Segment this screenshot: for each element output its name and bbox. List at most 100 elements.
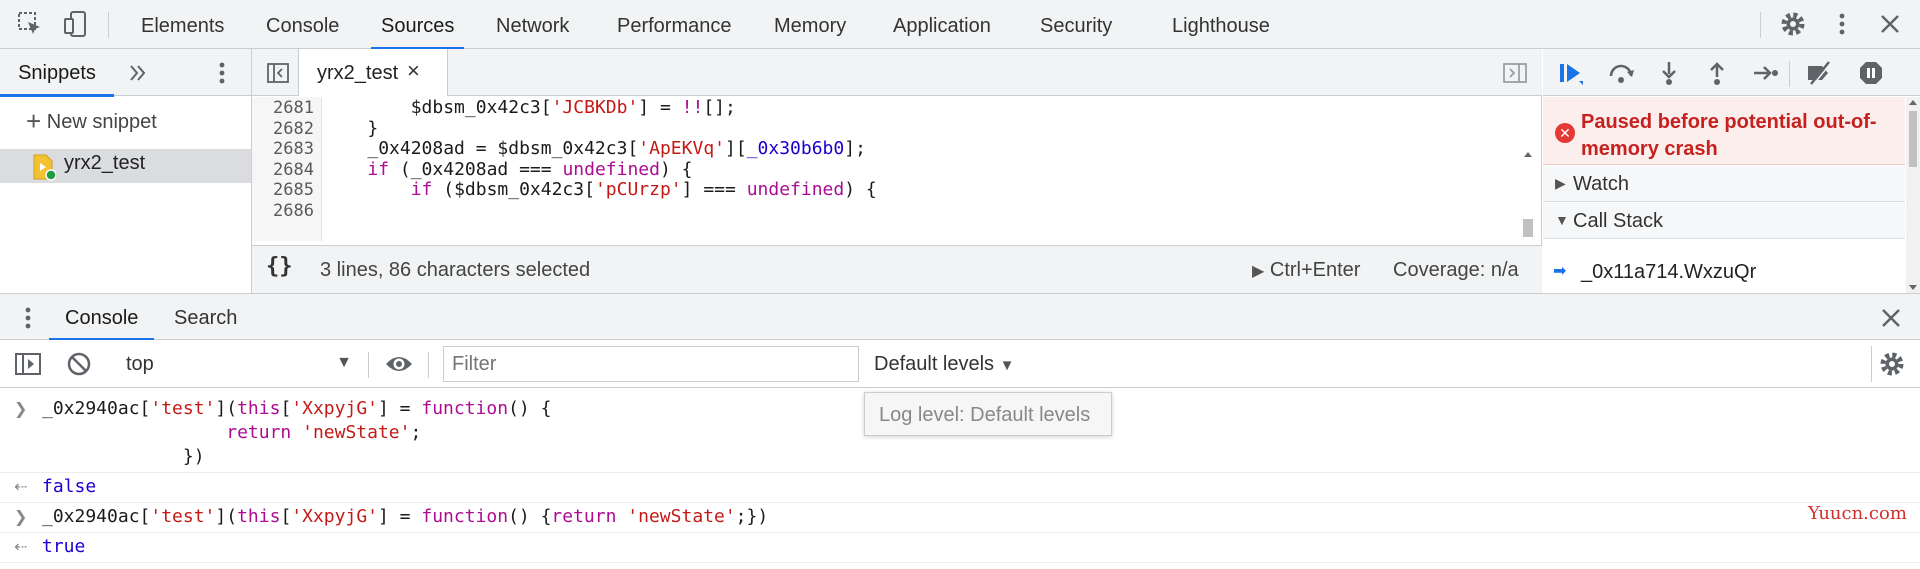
clear-console-icon[interactable] [66, 351, 92, 377]
close-devtools-icon[interactable] [1876, 10, 1904, 38]
resume-icon[interactable] [1557, 59, 1585, 87]
message-divider [0, 562, 1920, 563]
source-editor: yrx2_test × 2681 $dbsm_0x42c3['JCBKDb'] … [252, 49, 1542, 293]
snippet-item-label: yrx2_test [64, 152, 146, 174]
console-message-text: _0x2940ac['test'](this['XxpyjG'] = funct… [42, 505, 768, 529]
live-expression-eye-icon[interactable] [384, 352, 414, 376]
code-token: ] = [378, 398, 422, 419]
toggle-debugger-icon[interactable] [1502, 61, 1528, 85]
tab-elements[interactable]: Elements [141, 0, 224, 49]
tab-console[interactable]: Console [266, 0, 339, 49]
call-stack-pane-header[interactable]: ▼ Call Stack [1543, 203, 1905, 239]
console-code-line: _0x2940ac['test'](this['XxpyjG'] = funct… [42, 397, 551, 421]
device-toolbar-icon[interactable] [62, 10, 90, 38]
console-code-line: _0x2940ac['test'](this['XxpyjG'] = funct… [42, 505, 768, 529]
watermark-text: Yuucn.com [1808, 503, 1907, 524]
pretty-print-button[interactable]: {} [266, 254, 293, 279]
tab-security[interactable]: Security [1040, 0, 1112, 49]
drawer-tab-search[interactable]: Search [174, 294, 237, 340]
more-options-icon[interactable] [1828, 10, 1856, 38]
editor-status-bar: {} 3 lines, 86 characters selected ▶ Ctr… [252, 245, 1542, 293]
code-token: ) { [844, 179, 877, 200]
expand-triangle-icon: ▶ [1555, 175, 1566, 191]
new-snippet-button[interactable]: + New snippet [26, 107, 157, 135]
tab-lighthouse[interactable]: Lighthouse [1172, 0, 1270, 49]
execution-context-value: top [126, 353, 154, 375]
result-arrow-icon: ⇠ [14, 539, 28, 556]
watch-label: Watch [1573, 173, 1629, 195]
step-icon[interactable] [1751, 59, 1779, 87]
log-levels-dropdown[interactable]: Default levels ▼ [874, 353, 1014, 376]
code-token: []; [703, 97, 736, 118]
tab-performance[interactable]: Performance [617, 0, 732, 49]
code-token: 'test' [150, 398, 216, 419]
code-token: 'XxpyjG' [291, 398, 378, 419]
debugger-toolbar [1543, 49, 1920, 96]
code-token: 'newState' [302, 422, 411, 443]
console-settings-gear-icon[interactable] [1878, 350, 1906, 378]
filter-input-box [443, 346, 859, 382]
inspect-element-icon[interactable] [16, 10, 44, 38]
tab-network[interactable]: Network [496, 0, 569, 49]
tab-sources[interactable]: Sources [370, 0, 465, 50]
code-text: $dbsm_0x42c3['JCBKDb'] = !![]; [324, 97, 736, 120]
code-token: [ [280, 506, 292, 527]
code-token: function [421, 506, 509, 527]
show-sidebar-icon[interactable] [14, 352, 42, 376]
code-token: ;}) [735, 506, 769, 527]
toggle-navigator-icon[interactable] [266, 61, 290, 85]
run-shortcut-label: Ctrl+Enter [1269, 259, 1361, 281]
current-frame-arrow-icon: ➡ [1553, 263, 1567, 280]
drawer-tab-console[interactable]: Console [48, 294, 155, 341]
code-token: () { [508, 398, 552, 419]
code-token: ][ [725, 138, 747, 159]
paused-banner: ✕ Paused before potential out-of-memory … [1543, 97, 1905, 165]
message-divider [0, 532, 1920, 533]
more-tabs-chevron-icon[interactable] [126, 61, 150, 85]
pause-on-exceptions-icon[interactable] [1857, 59, 1885, 87]
log-level-tooltip: Log level: Default levels [864, 392, 1112, 436]
code-token: undefined [746, 179, 845, 200]
dropdown-caret-icon: ▼ [999, 357, 1015, 374]
snippet-item[interactable]: yrx2_test [0, 149, 251, 183]
code-token: ]( [215, 398, 238, 419]
console-toolbar: top ▼ Default levels ▼ [0, 340, 1920, 388]
code-line[interactable]: 2686 [252, 198, 318, 223]
close-drawer-icon[interactable] [1878, 306, 1904, 330]
settings-gear-icon[interactable] [1779, 10, 1807, 38]
tab-application[interactable]: Application [893, 0, 991, 49]
tab-memory[interactable]: Memory [774, 0, 846, 49]
code-token: 'newState' [627, 506, 736, 527]
call-frame-item[interactable]: ➡ _0x11a714.WxzuQr [1543, 255, 1905, 293]
new-snippet-label: New snippet [46, 111, 157, 133]
code-token: _0x2940ac[ [42, 506, 151, 527]
watch-pane-header[interactable]: ▶ Watch [1543, 166, 1905, 202]
editor-vertical-scrollbar[interactable] [1522, 149, 1534, 241]
debugger-scrollbar[interactable] [1906, 97, 1920, 293]
code-token: 'JCBKDb' [551, 97, 639, 118]
deactivate-breakpoints-icon[interactable] [1805, 59, 1833, 87]
dropdown-caret-icon: ▼ [336, 354, 352, 371]
code-token: 'XxpyjG' [291, 506, 378, 527]
navigator-menu-icon[interactable] [210, 60, 234, 86]
message-divider [0, 472, 1920, 473]
close-tab-icon[interactable]: × [407, 58, 420, 84]
step-into-icon[interactable] [1655, 59, 1683, 87]
step-out-icon[interactable] [1703, 59, 1731, 87]
step-over-icon[interactable] [1607, 59, 1635, 87]
coverage-status: Coverage: n/a [1393, 259, 1519, 281]
execution-context-select[interactable]: top ▼ [112, 348, 352, 380]
drawer-menu-icon[interactable] [16, 305, 40, 331]
tab-snippets[interactable]: Snippets [0, 49, 114, 97]
code-token: !! [681, 97, 704, 118]
code-area[interactable]: 2681 $dbsm_0x42c3['JCBKDb'] = !![]; 2682 … [252, 97, 1542, 241]
selection-status: 3 lines, 86 characters selected [320, 259, 591, 281]
code-token: 'test' [150, 506, 216, 527]
console-message-text: false [42, 476, 97, 497]
run-snippet-button[interactable]: ▶ Ctrl+Enter [1252, 259, 1360, 282]
editor-file-tab[interactable]: yrx2_test [298, 49, 448, 96]
line-number[interactable]: 2686 [252, 199, 318, 224]
filter-input[interactable] [444, 347, 858, 381]
